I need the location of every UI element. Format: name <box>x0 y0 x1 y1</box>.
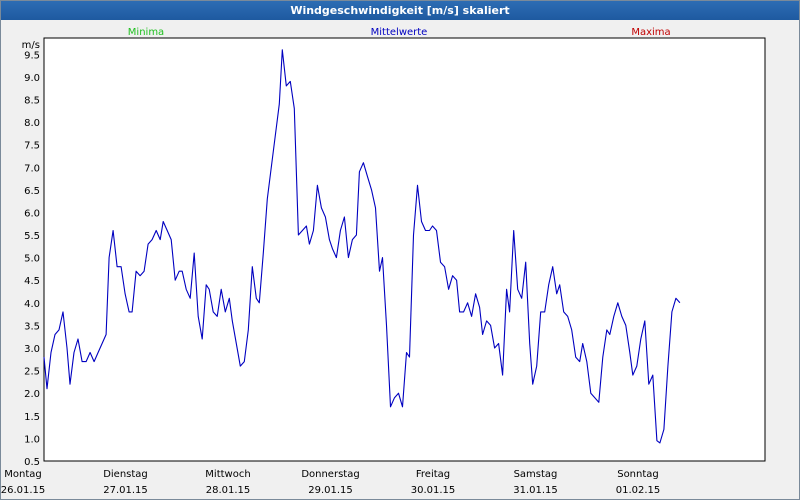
legend-minima: Minima <box>128 27 164 38</box>
y-tick-label: 0.5 <box>24 457 40 468</box>
window-title: Windgeschwindigkeit [m/s] skaliert <box>1 1 799 20</box>
y-tick-label: 8.5 <box>24 95 40 106</box>
y-tick-label: 9.0 <box>24 73 40 84</box>
x-tick-date: 31.01.15 <box>513 485 558 496</box>
wind-speed-chart: Minima Mittelwerte Maxima 0.5 1.0 1.5 2.0 2.5 3… <box>1 27 766 496</box>
y-tick-label: 1.0 <box>24 434 40 445</box>
x-tick-day: Donnerstag <box>301 469 359 480</box>
x-tick-day: Sonntag <box>617 469 659 480</box>
legend-maxima: Maxima <box>631 27 670 38</box>
y-tick-label: 1.5 <box>24 412 40 423</box>
y-tick-label: 3.5 <box>24 321 40 332</box>
y-tick-label: 6.0 <box>24 208 40 219</box>
y-tick-label: 6.5 <box>24 186 40 197</box>
y-tick-label: 4.5 <box>24 276 40 287</box>
chart-window: Windgeschwindigkeit [m/s] skaliert Minim… <box>0 0 800 500</box>
y-tick-label: 3.0 <box>24 344 40 355</box>
x-tick-date: 30.01.15 <box>411 485 456 496</box>
y-tick-label: 5.5 <box>24 231 40 242</box>
y-tick-label: 4.0 <box>24 299 40 310</box>
x-tick-date: 01.02.15 <box>616 485 661 496</box>
y-tick-label: 5.0 <box>24 254 40 265</box>
x-tick-day: Freitag <box>416 469 450 480</box>
x-tick-day: Samstag <box>514 469 558 480</box>
y-tick-label: 7.0 <box>24 163 40 174</box>
y-tick-label: 2.0 <box>24 389 40 400</box>
x-tick-date: 26.01.15 <box>1 485 45 496</box>
x-tick-day: Montag <box>4 469 41 480</box>
y-axis-unit: m/s <box>22 40 40 51</box>
x-tick-day: Mittwoch <box>205 469 250 480</box>
x-tick-date: 29.01.15 <box>308 485 353 496</box>
plot-area <box>44 38 765 461</box>
x-tick-day: Dienstag <box>103 469 148 480</box>
y-tick-label: 7.5 <box>24 141 40 152</box>
x-tick-date: 27.01.15 <box>103 485 148 496</box>
y-tick-label: 2.5 <box>24 367 40 378</box>
y-tick-label: 9.5 <box>24 50 40 61</box>
x-tick-date: 28.01.15 <box>206 485 251 496</box>
y-tick-label: 8.0 <box>24 118 40 129</box>
legend-mittelwerte: Mittelwerte <box>371 27 428 38</box>
